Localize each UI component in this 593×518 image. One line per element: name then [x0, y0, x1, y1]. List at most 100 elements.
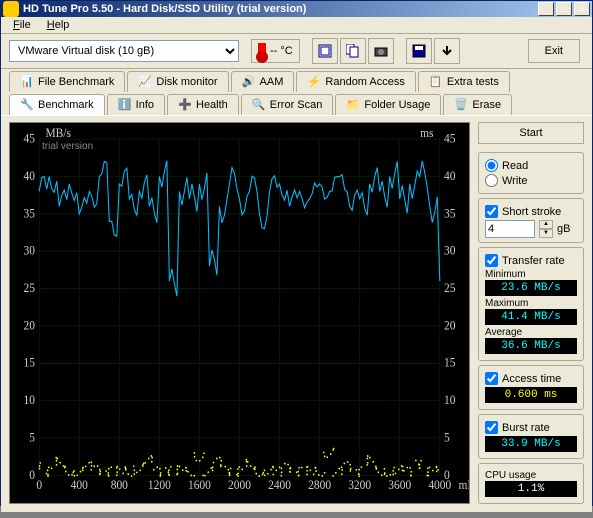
tab-extra-tests[interactable]: 📋Extra tests: [418, 71, 510, 92]
svg-text:30: 30: [24, 243, 35, 258]
svg-text:20: 20: [24, 318, 35, 333]
write-radio[interactable]: [485, 174, 498, 187]
tab-aam[interactable]: 🔊AAM: [231, 71, 295, 92]
toolbar: VMware Virtual disk (10 gB) -- °C Exit: [1, 34, 592, 69]
svg-text:0: 0: [29, 467, 35, 482]
main-window: HD Tune Pro 5.50 - Hard Disk/SSD Utility…: [0, 0, 593, 506]
svg-text:3200: 3200: [348, 478, 371, 493]
temperature-display: -- °C: [251, 39, 300, 63]
access-time-value: 0.600 ms: [485, 387, 577, 403]
svg-text:MB/s: MB/s: [45, 125, 71, 140]
svg-text:2400: 2400: [268, 478, 291, 493]
stroke-size-input[interactable]: [485, 220, 535, 238]
app-icon: [3, 1, 19, 17]
svg-text:ms: ms: [420, 125, 434, 140]
trial-watermark: trial version: [42, 141, 93, 152]
maximize-button[interactable]: □: [556, 2, 572, 16]
tab-health[interactable]: ➕Health: [167, 94, 239, 115]
svg-text:2000: 2000: [228, 478, 251, 493]
tab-erase[interactable]: 🗑️Erase: [443, 94, 512, 115]
tab-error-scan[interactable]: 🔍Error Scan: [241, 94, 334, 115]
svg-text:800: 800: [111, 478, 128, 493]
read-radio[interactable]: [485, 159, 498, 172]
menu-file[interactable]: File: [5, 17, 39, 33]
svg-text:5: 5: [29, 430, 35, 445]
svg-text:15: 15: [444, 355, 455, 370]
temperature-value: -- °C: [270, 45, 293, 57]
tab-benchmark[interactable]: 🔧Benchmark: [9, 94, 105, 115]
save-button[interactable]: [406, 38, 432, 64]
menu-help[interactable]: Help: [39, 17, 78, 33]
start-button[interactable]: Start: [478, 122, 584, 144]
burst-rate-panel: Burst rate 33.9 MB/s: [478, 414, 584, 459]
erase-icon: 🗑️: [454, 98, 468, 112]
copy-screenshot-button[interactable]: [340, 38, 366, 64]
menubar: File Help: [1, 17, 592, 34]
screenshot-button[interactable]: [368, 38, 394, 64]
svg-text:45: 45: [24, 131, 35, 146]
random-access-icon: ⚡: [307, 75, 321, 89]
window-title: HD Tune Pro 5.50 - Hard Disk/SSD Utility…: [23, 3, 538, 15]
folder-usage-icon: 📁: [346, 98, 360, 112]
exit-button[interactable]: Exit: [528, 39, 580, 63]
svg-text:5: 5: [444, 430, 450, 445]
transfer-rate-checkbox[interactable]: [485, 254, 498, 267]
benchmark-icon: 🔧: [20, 98, 34, 112]
tab-info[interactable]: ℹ️Info: [107, 94, 165, 115]
svg-text:10: 10: [24, 393, 35, 408]
file-benchmark-icon: 📊: [20, 75, 34, 89]
svg-text:35: 35: [24, 206, 35, 221]
error-scan-icon: 🔍: [252, 98, 266, 112]
copy-info-button[interactable]: [312, 38, 338, 64]
svg-text:4000: 4000: [428, 478, 451, 493]
thermometer-icon: [258, 43, 266, 59]
content-area: 0055101015152020252530303535404045450400…: [1, 115, 592, 512]
stroke-spin-up[interactable]: ▲: [539, 220, 553, 229]
burst-rate-value: 33.9 MB/s: [485, 436, 577, 452]
svg-text:mB: mB: [459, 478, 469, 493]
minimum-value: 23.6 MB/s: [485, 280, 577, 296]
minimize-button[interactable]: _: [538, 2, 554, 16]
load-button[interactable]: [434, 38, 460, 64]
svg-text:2800: 2800: [308, 478, 331, 493]
transfer-rate-panel: Transfer rate Minimum 23.6 MB/s Maximum …: [478, 247, 584, 361]
svg-text:20: 20: [444, 318, 455, 333]
side-panel: Start Read Write Short stroke ▲ ▼ gB Tra…: [478, 122, 584, 504]
tab-row-2: 🔧Benchmark ℹ️Info ➕Health 🔍Error Scan 📁F…: [1, 92, 592, 115]
info-icon: ℹ️: [118, 98, 132, 112]
cpu-usage-value: 1.1%: [485, 481, 577, 497]
svg-text:1200: 1200: [148, 478, 171, 493]
cpu-usage-panel: CPU usage 1.1%: [478, 463, 584, 504]
disk-monitor-icon: 📈: [138, 75, 152, 89]
tab-random-access[interactable]: ⚡Random Access: [296, 71, 415, 92]
svg-text:3600: 3600: [388, 478, 411, 493]
svg-text:40: 40: [24, 168, 35, 183]
benchmark-chart: 0055101015152020252530303535404045450400…: [9, 122, 470, 504]
close-button[interactable]: ×: [574, 2, 590, 16]
burst-rate-checkbox[interactable]: [485, 421, 498, 434]
svg-text:25: 25: [24, 280, 35, 295]
tab-disk-monitor[interactable]: 📈Disk monitor: [127, 71, 228, 92]
maximum-value: 41.4 MB/s: [485, 309, 577, 325]
drive-selector[interactable]: VMware Virtual disk (10 gB): [9, 40, 239, 62]
short-stroke-checkbox[interactable]: [485, 205, 498, 218]
stroke-spin-down[interactable]: ▼: [539, 229, 553, 238]
svg-text:400: 400: [71, 478, 88, 493]
extra-tests-icon: 📋: [429, 75, 443, 89]
tab-file-benchmark[interactable]: 📊File Benchmark: [9, 71, 125, 92]
svg-text:10: 10: [444, 393, 455, 408]
access-time-checkbox[interactable]: [485, 372, 498, 385]
average-value: 36.6 MB/s: [485, 338, 577, 354]
svg-text:40: 40: [444, 168, 455, 183]
health-icon: ➕: [178, 98, 192, 112]
tab-row-1: 📊File Benchmark 📈Disk monitor 🔊AAM ⚡Rand…: [1, 69, 592, 92]
svg-text:30: 30: [444, 243, 455, 258]
aam-icon: 🔊: [242, 75, 256, 89]
svg-text:35: 35: [444, 206, 455, 221]
tab-folder-usage[interactable]: 📁Folder Usage: [335, 94, 441, 115]
mode-panel: Read Write: [478, 152, 584, 194]
access-time-panel: Access time 0.600 ms: [478, 365, 584, 410]
svg-text:1600: 1600: [188, 478, 211, 493]
stroke-spinner: ▲ ▼: [539, 220, 553, 238]
svg-text:0: 0: [36, 478, 42, 493]
